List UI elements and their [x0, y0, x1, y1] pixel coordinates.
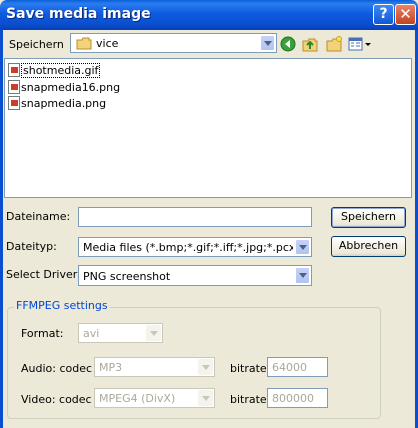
filetype-label: Dateityp:	[6, 240, 57, 253]
video-bitrate-field[interactable]: 800000	[267, 388, 328, 408]
list-item[interactable]: snapmedia.png	[8, 96, 106, 112]
filetype-value: Media files (*.bmp;*.gif;*.iff;*.jpg;*.p…	[83, 241, 293, 254]
file-name: snapmedia.png	[21, 96, 107, 110]
location-label: Speichern	[9, 38, 64, 51]
chevron-down-icon[interactable]	[198, 390, 213, 406]
format-label: Format:	[21, 327, 64, 340]
image-file-icon	[8, 96, 20, 110]
chevron-down-icon[interactable]	[260, 35, 275, 51]
audio-bitrate-value: 64000	[272, 361, 307, 374]
video-codec-combo[interactable]: MPEG4 (DivX)	[94, 388, 215, 408]
audio-codec-combo[interactable]: MP3	[94, 357, 215, 377]
audio-bitrate-field[interactable]: 64000	[267, 357, 328, 377]
image-file-icon	[8, 63, 20, 77]
format-value: avi	[83, 327, 100, 340]
folder-icon	[76, 37, 92, 50]
file-name: snapmedia16.png	[21, 80, 121, 94]
help-button[interactable]: ?	[373, 4, 394, 25]
location-value: vice	[96, 37, 119, 50]
driver-value: PNG screenshot	[83, 270, 171, 283]
driver-label: Select Driver:	[6, 268, 81, 281]
back-icon[interactable]	[280, 36, 296, 52]
list-item[interactable]: shotmedia.gif	[8, 62, 101, 79]
filename-field[interactable]	[78, 207, 312, 227]
format-combo[interactable]: avi	[78, 323, 163, 343]
window-title: Save media image	[6, 6, 151, 22]
chevron-down-icon[interactable]	[198, 359, 213, 375]
driver-combo[interactable]: PNG screenshot	[78, 265, 312, 286]
filetype-combo[interactable]: Media files (*.bmp;*.gif;*.iff;*.jpg;*.p…	[78, 237, 312, 257]
image-file-icon	[8, 80, 20, 94]
help-icon: ?	[379, 6, 388, 22]
list-item[interactable]: snapmedia16.png	[8, 80, 120, 96]
cancel-button[interactable]: Abbrechen	[331, 236, 406, 257]
chevron-down-icon[interactable]	[146, 325, 161, 341]
ffmpeg-group-title: FFMPEG settings	[14, 299, 110, 312]
file-list[interactable]: shotmedia.gif snapmedia16.png snapmedia.…	[4, 58, 412, 198]
video-bitrate-label: bitrate	[230, 393, 267, 406]
video-codec-label: Video: codec	[21, 393, 92, 406]
window-frame-left	[0, 30, 3, 428]
audio-bitrate-label: bitrate	[230, 362, 267, 375]
location-combo[interactable]: vice	[70, 33, 277, 53]
audio-codec-label: Audio: codec	[21, 362, 93, 375]
title-bar[interactable]: Save media image ? ✕	[0, 0, 418, 30]
up-folder-icon[interactable]	[302, 36, 318, 52]
filename-label: Dateiname:	[6, 210, 71, 223]
close-icon: ✕	[399, 5, 412, 23]
chevron-down-icon[interactable]	[295, 239, 310, 255]
audio-codec-value: MP3	[99, 361, 123, 374]
close-button[interactable]: ✕	[395, 4, 416, 25]
view-menu-icon[interactable]	[348, 36, 372, 52]
video-codec-value: MPEG4 (DivX)	[99, 392, 176, 405]
file-name: shotmedia.gif	[21, 62, 101, 78]
video-bitrate-value: 800000	[272, 392, 314, 405]
chevron-down-icon[interactable]	[295, 267, 310, 284]
new-folder-icon[interactable]	[326, 36, 342, 52]
save-button[interactable]: Speichern	[331, 207, 406, 228]
